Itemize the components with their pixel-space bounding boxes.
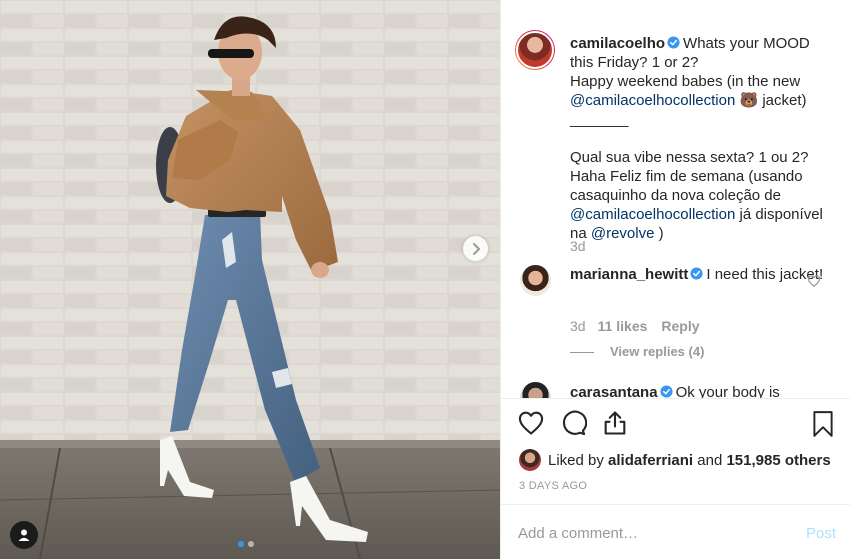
verified-badge-icon (690, 267, 703, 280)
comment-age[interactable]: 3d (570, 318, 586, 334)
caption-pt-line-5-suffix: ) (658, 225, 664, 242)
user-tag-button[interactable] (10, 521, 38, 549)
chevron-right-icon (472, 242, 480, 255)
reply-button[interactable]: Reply (661, 318, 699, 334)
mention-link[interactable]: @camilacoelhocollection (570, 206, 735, 223)
view-replies-label: View replies (4) (610, 344, 705, 359)
mention-link[interactable]: @camilacoelhocollection (570, 92, 735, 109)
commenter-avatar[interactable] (520, 382, 551, 398)
comment: marianna_hewitt I need this jacket! (570, 265, 832, 284)
post-comment-button[interactable]: Post (806, 525, 836, 542)
post-details-panel: camilacoelho Whats your MOOD this Friday?… (500, 0, 850, 559)
carousel-dot (248, 541, 254, 547)
heart-icon[interactable] (517, 409, 545, 437)
photo-illustration (0, 0, 500, 559)
replies-line (570, 352, 594, 354)
caption-line-3-end: jacket) (762, 92, 807, 109)
likes-count-button[interactable]: 151,985 others (726, 452, 830, 469)
caption-line-2: this Friday? 1 or 2? (570, 54, 699, 71)
carousel-indicator (238, 541, 254, 547)
caption-pt-line-1: Qual sua vibe nessa sexta? 1 ou 2? (570, 149, 809, 166)
user-tag-icon (18, 529, 30, 541)
post-photo[interactable] (0, 0, 500, 559)
comments-list[interactable]: camilacoelho Whats your MOOD this Friday?… (501, 0, 850, 398)
liker-username[interactable]: alidaferriani (608, 452, 693, 469)
post-timestamp[interactable]: 3 DAYS AGO (519, 480, 587, 492)
commenter-avatar[interactable] (520, 265, 551, 296)
bookmark-icon[interactable] (810, 410, 836, 438)
view-replies-button[interactable]: View replies (4) (570, 344, 704, 359)
divider (501, 398, 850, 399)
carousel-dot-active (238, 541, 244, 547)
liked-by-prefix: Liked by (548, 451, 604, 469)
caption-pt-line-3: casaquinho da nova coleção de (570, 187, 781, 204)
comment-text: I need this jacket! (706, 266, 824, 283)
caption-line-1: Whats your MOOD (683, 35, 810, 52)
liked-by-and: and (697, 451, 723, 469)
commenter-username[interactable]: carasantana (570, 384, 658, 398)
author-avatar-image (516, 31, 554, 69)
next-photo-button[interactable] (463, 236, 488, 261)
likes-summary: Liked by alidaferriani and 151,985 other… (519, 448, 831, 472)
share-icon[interactable] (601, 409, 629, 437)
commenter-username[interactable]: marianna_hewitt (570, 266, 688, 283)
caption-line-3: Happy weekend babes (in the new (570, 73, 801, 90)
caption-pt-line-2: Haha Feliz fim de semana (usando (570, 168, 803, 185)
mention-link[interactable]: @revolve (591, 225, 655, 242)
author-username[interactable]: camilacoelho (570, 35, 665, 52)
caption-pt-line-4: já disponível (739, 206, 823, 223)
like-comment-heart-icon[interactable] (807, 274, 821, 288)
comment-likes[interactable]: 11 likes (598, 318, 648, 334)
comment: carasantana Ok your body is (570, 383, 832, 398)
bear-emoji: 🐻 (739, 92, 759, 109)
comment-meta: 3d 11 likes Reply (570, 318, 700, 334)
author-avatar[interactable] (515, 30, 555, 70)
action-bar (517, 409, 629, 437)
comment-icon[interactable] (559, 409, 587, 437)
liker-avatar[interactable] (519, 449, 541, 471)
caption-separator: _______ (570, 111, 629, 128)
post-caption: camilacoelho Whats your MOOD this Friday?… (570, 34, 832, 243)
caption-age[interactable]: 3d (570, 238, 586, 254)
divider (501, 504, 850, 505)
comment-text: Ok your body is (675, 384, 780, 398)
verified-badge-icon (667, 36, 680, 49)
instagram-post-modal: camilacoelho Whats your MOOD this Friday?… (0, 0, 850, 559)
verified-badge-icon (660, 385, 673, 398)
add-comment-input[interactable]: Add a comment… (518, 525, 638, 542)
